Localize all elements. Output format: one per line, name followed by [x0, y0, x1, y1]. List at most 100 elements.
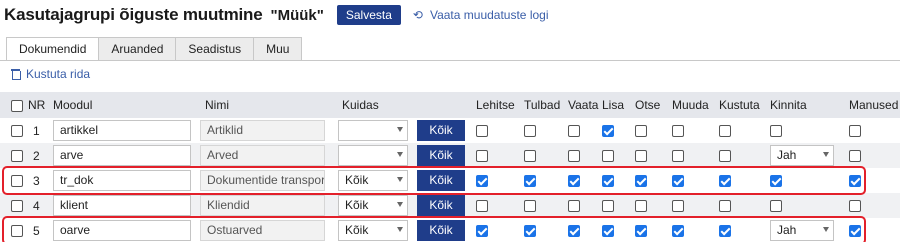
tulbad-checkbox[interactable]	[524, 125, 536, 138]
kinnita-checkbox[interactable]	[770, 175, 782, 188]
kustuta-checkbox[interactable]	[719, 125, 731, 138]
vaata-checkbox[interactable]	[568, 125, 580, 138]
row-select-checkbox[interactable]	[11, 175, 23, 188]
manused-checkbox[interactable]	[849, 125, 861, 138]
otse-checkbox[interactable]	[635, 225, 647, 238]
module-input[interactable]: oarve	[53, 220, 191, 241]
manused-checkbox[interactable]	[849, 175, 861, 188]
how-select[interactable]	[338, 145, 408, 166]
confirm-select[interactable]: Jah	[770, 145, 834, 166]
col-empty	[417, 92, 476, 118]
confirm-select[interactable]: Jah	[770, 220, 834, 241]
kustuta-checkbox[interactable]	[719, 175, 731, 188]
muuda-checkbox[interactable]	[672, 225, 684, 238]
module-input[interactable]: arve	[53, 145, 191, 166]
manused-checkbox[interactable]	[849, 150, 861, 163]
lisa-checkbox[interactable]	[602, 225, 614, 238]
row-nr: 5	[28, 218, 53, 242]
delete-rows-link[interactable]: Kustuta rida	[11, 67, 90, 81]
muuda-checkbox[interactable]	[672, 150, 684, 163]
row-nr: 4	[28, 193, 53, 218]
all-button[interactable]: Kõik	[417, 145, 465, 166]
manused-checkbox[interactable]	[849, 225, 861, 238]
all-button[interactable]: Kõik	[417, 120, 465, 141]
group-name: "Müük"	[270, 6, 324, 24]
save-button[interactable]: Salvesta	[336, 5, 401, 25]
select-all-checkbox[interactable]	[11, 99, 23, 112]
how-select-value: Kõik	[345, 173, 369, 187]
module-name-field: Arved	[200, 145, 325, 166]
col-kinnita: Kinnita	[770, 92, 849, 118]
tab-divider	[0, 60, 900, 61]
module-input[interactable]: artikkel	[53, 120, 191, 141]
view-log-link[interactable]: ⟲ Vaata muudatuste logi	[413, 8, 549, 22]
chevron-down-icon	[397, 152, 403, 157]
kustuta-checkbox[interactable]	[719, 200, 731, 213]
otse-checkbox[interactable]	[635, 175, 647, 188]
col-lehitse: Lehitse	[476, 92, 524, 118]
tulbad-checkbox[interactable]	[524, 225, 536, 238]
row-select-checkbox[interactable]	[11, 200, 23, 213]
chevron-down-icon	[823, 227, 829, 232]
lehitse-checkbox[interactable]	[476, 175, 488, 188]
vaata-checkbox[interactable]	[568, 200, 580, 213]
muuda-checkbox[interactable]	[672, 200, 684, 213]
tab-aruanded[interactable]: Aruanded	[98, 37, 176, 61]
module-input[interactable]: tr_dok	[53, 170, 191, 191]
col-kustuta: Kustuta	[719, 92, 770, 118]
lehitse-checkbox[interactable]	[476, 200, 488, 213]
tulbad-checkbox[interactable]	[524, 150, 536, 163]
kustuta-checkbox[interactable]	[719, 225, 731, 238]
tab-seadistus[interactable]: Seadistus	[175, 37, 254, 61]
otse-checkbox[interactable]	[635, 125, 647, 138]
lisa-checkbox[interactable]	[602, 150, 614, 163]
table-row: 1 artikkel Artiklid Kõik	[0, 118, 900, 143]
row-select-checkbox[interactable]	[11, 125, 23, 138]
tab-bar: Dokumendid Aruanded Seadistus Muu	[6, 37, 303, 61]
kinnita-checkbox[interactable]	[770, 200, 782, 213]
tab-dokumendid[interactable]: Dokumendid	[6, 37, 99, 61]
table-row: 5 oarve Ostuarved Kõik Kõik Jah	[0, 218, 900, 242]
muuda-checkbox[interactable]	[672, 175, 684, 188]
lisa-checkbox[interactable]	[602, 125, 614, 138]
lisa-checkbox[interactable]	[602, 175, 614, 188]
row-nr: 3	[28, 168, 53, 193]
lehitse-checkbox[interactable]	[476, 225, 488, 238]
all-button[interactable]: Kõik	[417, 170, 465, 191]
col-lisa: Lisa	[602, 92, 635, 118]
lehitse-checkbox[interactable]	[476, 150, 488, 163]
how-select-value: Kõik	[345, 198, 369, 212]
col-vaata: Vaata	[568, 92, 602, 118]
how-select[interactable]	[338, 120, 408, 141]
otse-checkbox[interactable]	[635, 150, 647, 163]
kustuta-checkbox[interactable]	[719, 150, 731, 163]
lehitse-checkbox[interactable]	[476, 125, 488, 138]
muuda-checkbox[interactable]	[672, 125, 684, 138]
how-select[interactable]: Kõik	[338, 195, 408, 216]
tab-muu[interactable]: Muu	[253, 37, 303, 61]
otse-checkbox[interactable]	[635, 200, 647, 213]
vaata-checkbox[interactable]	[568, 175, 580, 188]
confirm-select-value: Jah	[777, 148, 797, 162]
how-select[interactable]: Kõik	[338, 170, 408, 191]
row-select-checkbox[interactable]	[11, 150, 23, 163]
all-button[interactable]: Kõik	[417, 195, 465, 216]
tulbad-checkbox[interactable]	[524, 200, 536, 213]
chevron-down-icon	[397, 227, 403, 232]
kinnita-checkbox[interactable]	[770, 125, 782, 138]
how-select[interactable]: Kõik	[338, 220, 408, 241]
table-row: 4 klient Kliendid Kõik Kõik	[0, 193, 900, 218]
lisa-checkbox[interactable]	[602, 200, 614, 213]
row-select-checkbox[interactable]	[11, 225, 23, 238]
module-name-field: Ostuarved	[200, 220, 325, 241]
page-header: Kasutajagrupi õiguste muutmine "Müük" Sa…	[4, 4, 549, 26]
chevron-down-icon	[397, 202, 403, 207]
all-button[interactable]: Kõik	[417, 220, 465, 241]
delete-rows-label: Kustuta rida	[26, 67, 91, 81]
vaata-checkbox[interactable]	[568, 150, 580, 163]
manused-checkbox[interactable]	[849, 200, 861, 213]
tulbad-checkbox[interactable]	[524, 175, 536, 188]
col-muuda: Muuda	[672, 92, 719, 118]
module-input[interactable]: klient	[53, 195, 191, 216]
vaata-checkbox[interactable]	[568, 225, 580, 238]
